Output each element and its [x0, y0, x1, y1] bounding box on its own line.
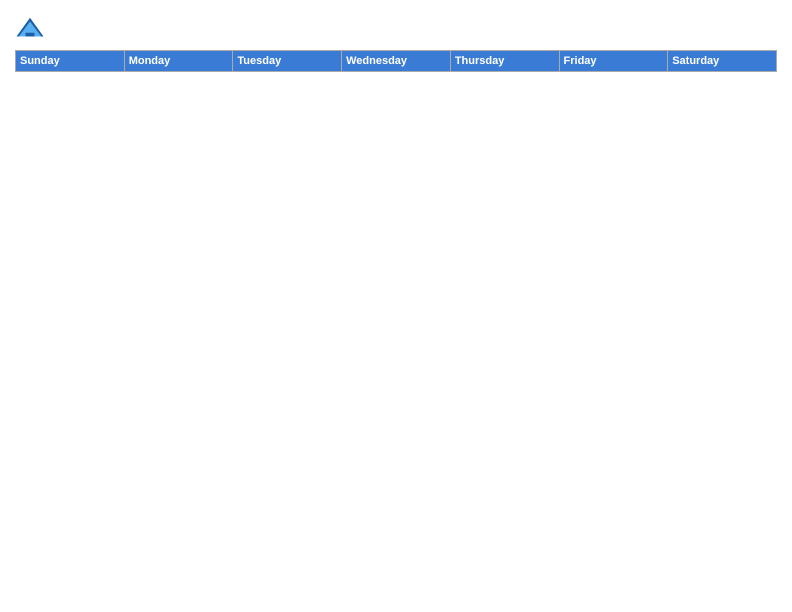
logo-icon [15, 14, 45, 44]
calendar-header-saturday: Saturday [668, 51, 777, 72]
calendar-table: SundayMondayTuesdayWednesdayThursdayFrid… [15, 50, 777, 72]
calendar-header-monday: Monday [124, 51, 233, 72]
page: SundayMondayTuesdayWednesdayThursdayFrid… [0, 0, 792, 612]
calendar-header-row: SundayMondayTuesdayWednesdayThursdayFrid… [16, 51, 777, 72]
logo [15, 14, 49, 44]
calendar-header-wednesday: Wednesday [342, 51, 451, 72]
calendar-header-tuesday: Tuesday [233, 51, 342, 72]
calendar-header-thursday: Thursday [450, 51, 559, 72]
header [15, 10, 777, 44]
calendar-header-sunday: Sunday [16, 51, 125, 72]
calendar-header-friday: Friday [559, 51, 668, 72]
